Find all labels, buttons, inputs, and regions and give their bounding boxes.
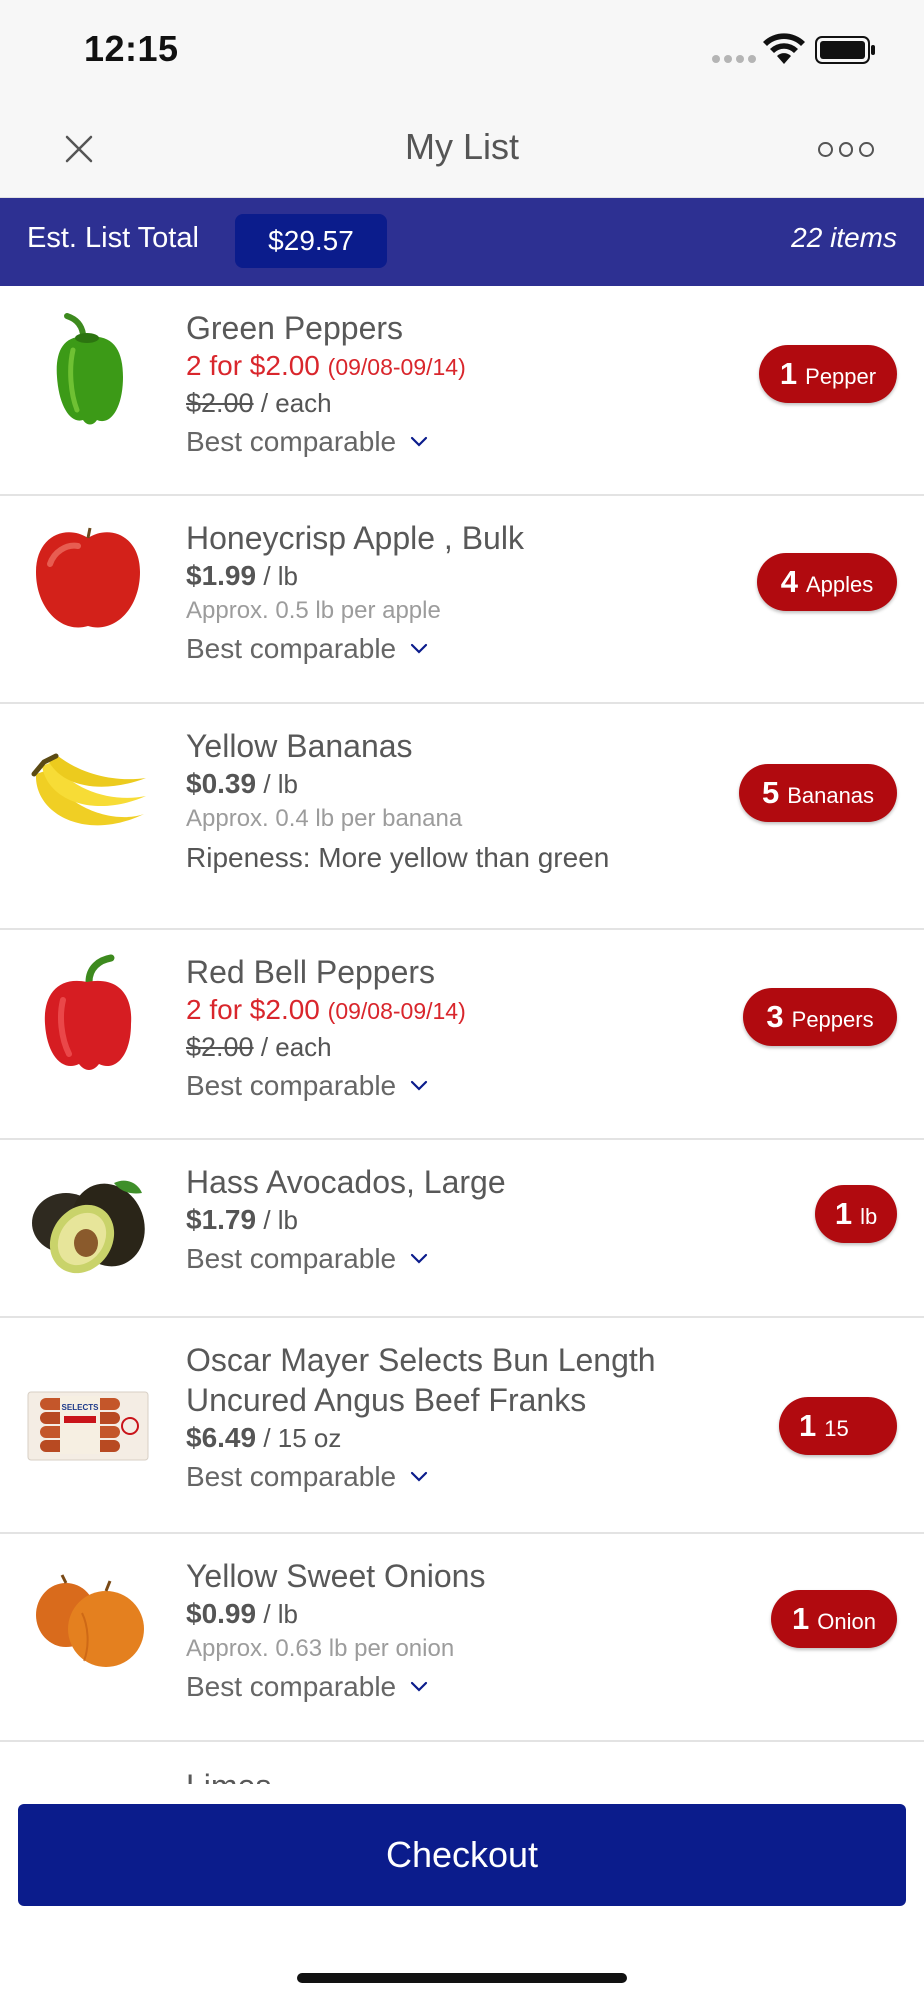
approx-weight: Approx. 0.5 lb per apple	[186, 597, 441, 624]
best-comparable-dropdown[interactable]: Best comparable	[186, 1666, 724, 1708]
battery-icon	[815, 36, 875, 64]
item-price: $1.79 / lb	[186, 1204, 298, 1235]
chevron-down-icon	[411, 436, 428, 447]
best-comparable-dropdown[interactable]: Best comparable	[186, 1456, 724, 1498]
best-comparable-dropdown[interactable]: Best comparable	[186, 1238, 724, 1280]
list-item[interactable]: Honeycrisp Apple , Bulk $1.99 / lb Appro…	[0, 496, 924, 704]
franks-package-image: SELECTS	[26, 1364, 150, 1488]
list-item[interactable]: Yellow Sweet Onions $0.99 / lb Approx. 0…	[0, 1534, 924, 1742]
more-options-button[interactable]	[818, 136, 875, 162]
item-name: Green Peppers	[186, 310, 404, 346]
regular-price: $2.00 / each	[186, 388, 332, 418]
quantity-button[interactable]: 5 Bananas	[739, 764, 897, 822]
shopping-list: Green Peppers 2 for $2.00 (09/08-09/14) …	[0, 286, 924, 1942]
item-count: 22 items	[791, 222, 897, 253]
cellular-signal-icon	[712, 55, 756, 63]
onion-image	[26, 1558, 150, 1682]
wifi-icon	[763, 33, 805, 64]
list-item[interactable]: Green Peppers 2 for $2.00 (09/08-09/14) …	[0, 286, 924, 496]
checkout-button[interactable]: Checkout	[18, 1804, 906, 1906]
item-name: Yellow Sweet Onions	[186, 1558, 486, 1594]
chevron-down-icon	[411, 1253, 428, 1264]
sale-price: 2 for $2.00 (09/08-09/14)	[186, 350, 466, 381]
nav-bar: My List	[0, 100, 924, 198]
total-amount: $29.57	[235, 214, 387, 268]
chevron-down-icon	[411, 1471, 428, 1482]
apple-image	[26, 514, 150, 638]
item-price: $6.49 / 15 oz	[186, 1422, 342, 1453]
red-pepper-image	[26, 952, 150, 1076]
item-price: $0.99 / lb	[186, 1598, 298, 1629]
total-label: Est. List Total	[27, 222, 199, 254]
avocado-image	[26, 1166, 150, 1290]
chevron-down-icon	[411, 1080, 428, 1091]
approx-weight: Approx. 0.4 lb per banana	[186, 805, 463, 832]
item-name: Hass Avocados, Large	[186, 1164, 506, 1200]
home-indicator	[297, 1973, 627, 1983]
chevron-down-icon	[411, 643, 428, 654]
approx-weight: Approx. 0.63 lb per onion	[186, 1635, 455, 1662]
ripeness-preference[interactable]: Ripeness: More yellow than green	[186, 836, 724, 880]
item-price: $1.99 / lb	[186, 560, 298, 591]
list-item[interactable]: Yellow Bananas $0.39 / lb Approx. 0.4 lb…	[0, 704, 924, 930]
green-pepper-image	[26, 310, 150, 434]
best-comparable-dropdown[interactable]: Best comparable	[186, 421, 724, 463]
list-item[interactable]: Red Bell Peppers 2 for $2.00 (09/08-09/1…	[0, 930, 924, 1140]
list-item[interactable]: SELECTS Oscar Mayer Selects Bun Length Un…	[0, 1318, 924, 1534]
best-comparable-dropdown[interactable]: Best comparable	[186, 628, 724, 670]
best-comparable-dropdown[interactable]: Best comparable	[186, 1065, 724, 1107]
status-time: 12:15	[84, 28, 179, 69]
item-name: Honeycrisp Apple , Bulk	[186, 520, 524, 556]
item-name: Oscar Mayer Selects Bun Length Uncured An…	[186, 1342, 656, 1418]
banana-image	[26, 732, 150, 856]
more-icon	[818, 141, 833, 157]
regular-price: $2.00 / each	[186, 1032, 332, 1062]
svg-text:SELECTS: SELECTS	[62, 1403, 100, 1412]
list-total-bar: Est. List Total $29.57 22 items	[0, 198, 924, 286]
quantity-button[interactable]: 1 15 oz	[779, 1397, 897, 1499]
item-name: Red Bell Peppers	[186, 954, 436, 990]
quantity-button[interactable]: 3 Peppers	[743, 988, 897, 1046]
quantity-button[interactable]: 4 Apples	[757, 553, 897, 611]
quantity-button[interactable]: 1 Onion	[771, 1590, 897, 1648]
status-bar: 12:15	[0, 0, 924, 100]
quantity-button[interactable]: 1 lb	[815, 1185, 897, 1243]
list-item[interactable]: Hass Avocados, Large $1.79 / lb Best com…	[0, 1140, 924, 1318]
item-name: Yellow Bananas	[186, 728, 413, 764]
page-title: My List	[404, 126, 519, 167]
item-price: $0.39 / lb	[186, 768, 298, 799]
chevron-down-icon	[411, 1681, 428, 1692]
sale-price: 2 for $2.00 (09/08-09/14)	[186, 994, 466, 1025]
quantity-button[interactable]: 1 Pepper	[759, 345, 897, 403]
checkout-area: Checkout	[0, 1784, 924, 2000]
